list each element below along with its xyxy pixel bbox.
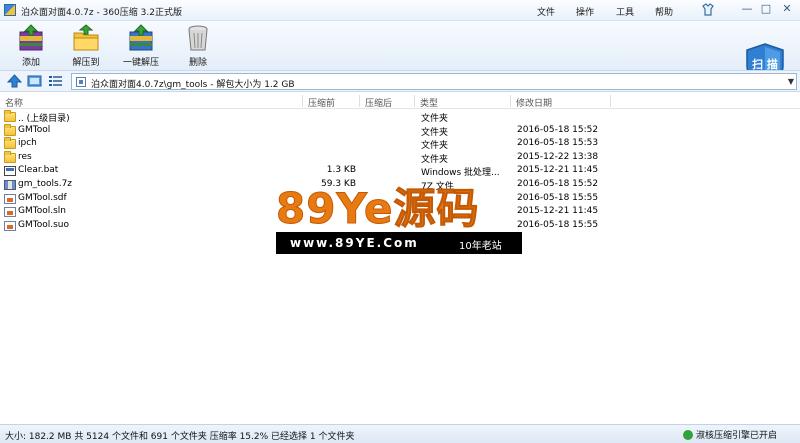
file-type: 文件夹 bbox=[421, 154, 449, 165]
file-name: GMTool.sln bbox=[18, 206, 66, 217]
file-date: 2015-12-22 13:38 bbox=[517, 151, 599, 162]
file-type: 文件夹 bbox=[421, 127, 449, 138]
file-name: GMTool bbox=[18, 124, 51, 135]
maximize-button[interactable]: □ bbox=[757, 2, 775, 17]
one-click-extract-icon bbox=[129, 24, 153, 51]
file-date: 2015-12-21 11:45 bbox=[517, 206, 599, 217]
archive-file-icon bbox=[4, 179, 16, 190]
extract-to-button[interactable]: 解压到 bbox=[61, 23, 111, 68]
solution-file-icon bbox=[4, 207, 16, 218]
watermark-logo-text: 89Ye源码 bbox=[276, 184, 480, 233]
skin-icon[interactable] bbox=[700, 2, 716, 18]
file-name: gm_tools.7z bbox=[18, 178, 73, 189]
add-button[interactable]: 添加 bbox=[6, 23, 56, 68]
folder-icon bbox=[4, 110, 16, 122]
file-row-res[interactable]: res 文件夹 2015-12-22 13:38 bbox=[0, 150, 800, 165]
address-toolbar: 泊众面对面4.0.7z\gm_tools - 解包大小为 1.2 GB ▼ bbox=[0, 70, 800, 92]
file-name: Clear.bat bbox=[18, 165, 59, 176]
title-bar: 泊众面对面4.0.7z - 360压缩 3.2正式版 文件 操作 工具 帮助 —… bbox=[0, 0, 800, 21]
file-name: ipch bbox=[18, 138, 37, 149]
column-size[interactable]: 压缩后 bbox=[365, 96, 392, 109]
suo-file-icon bbox=[4, 220, 16, 231]
extract-folder-icon bbox=[73, 24, 99, 51]
file-packed-size: 1.3 KB bbox=[326, 165, 356, 176]
column-divider[interactable] bbox=[359, 95, 360, 107]
file-row-clear-bat[interactable]: Clear.bat 1.3 KB Windows 批处理... 2015-12-… bbox=[0, 164, 800, 178]
folder-icon bbox=[4, 150, 16, 163]
one-click-extract-button[interactable]: 一键解压 bbox=[116, 23, 166, 68]
app-icon bbox=[4, 4, 16, 16]
sdf-file-icon bbox=[4, 193, 16, 204]
column-divider[interactable] bbox=[302, 95, 303, 107]
file-row-parent[interactable]: .. (上级目录) 文件夹 bbox=[0, 110, 800, 124]
file-type: 文件夹 bbox=[421, 141, 449, 152]
menu-file[interactable]: 文件 bbox=[537, 5, 555, 18]
up-arrow-icon[interactable] bbox=[7, 74, 22, 88]
file-name: GMTool.suo bbox=[18, 219, 69, 230]
file-name: res bbox=[18, 151, 32, 162]
file-row-gmtool[interactable]: GMTool 文件夹 2016-05-18 15:52 bbox=[0, 123, 800, 138]
file-date: 2016-05-18 15:55 bbox=[517, 219, 599, 230]
file-date: 2016-05-18 15:55 bbox=[517, 192, 599, 203]
engine-status-label: 淑核压缩引擎已开启 bbox=[696, 431, 778, 441]
column-type[interactable]: 类型 bbox=[420, 96, 438, 109]
one-click-extract-label: 一键解压 bbox=[122, 58, 159, 68]
delete-label: 删除 bbox=[188, 58, 207, 68]
folder-icon bbox=[4, 123, 16, 136]
engine-status[interactable]: 淑核压缩引擎已开启 bbox=[683, 428, 777, 441]
trash-icon bbox=[188, 25, 208, 51]
file-list-header: 名称 压缩前 压缩后 类型 修改日期 bbox=[0, 93, 800, 109]
add-archive-icon bbox=[19, 24, 43, 51]
status-bar: 大小: 182.2 MB 共 5124 个文件和 691 个文件夹 压缩率 15… bbox=[0, 424, 800, 443]
file-row-ipch[interactable]: ipch 文件夹 2016-05-18 15:53 bbox=[0, 137, 800, 151]
toolbar: 添加 解压到 一键解压 删除 扫 描 bbox=[0, 21, 800, 89]
file-date: 2015-12-21 11:45 bbox=[517, 165, 599, 176]
address-path: 泊众面对面4.0.7z\gm_tools - 解包大小为 1.2 GB bbox=[91, 80, 295, 90]
file-name: .. (上级目录) bbox=[18, 114, 70, 124]
column-divider[interactable] bbox=[414, 95, 415, 107]
column-modified[interactable]: 修改日期 bbox=[516, 96, 552, 109]
thumbnail-view-icon[interactable] bbox=[27, 74, 42, 88]
file-type: 文件夹 bbox=[421, 114, 449, 124]
file-date: 2016-05-18 15:52 bbox=[517, 178, 599, 189]
column-name[interactable]: 名称 bbox=[5, 96, 23, 109]
list-view-icon[interactable] bbox=[48, 74, 63, 88]
folder-icon bbox=[4, 137, 16, 150]
address-dropdown-icon[interactable]: ▼ bbox=[788, 77, 794, 86]
menu-help[interactable]: 帮助 bbox=[655, 5, 673, 18]
file-name: GMTool.sdf bbox=[18, 192, 67, 203]
engine-status-icon bbox=[683, 430, 693, 440]
watermark-banner: www.89YE.Com 10年老站 bbox=[276, 232, 522, 254]
column-packed[interactable]: 压缩前 bbox=[308, 96, 335, 109]
extract-to-label: 解压到 bbox=[72, 58, 100, 68]
watermark: 89Ye源码 www.89YE.Com 10年老站 bbox=[276, 184, 522, 256]
minimize-button[interactable]: — bbox=[738, 2, 756, 17]
column-divider[interactable] bbox=[610, 95, 611, 107]
file-date: 2016-05-18 15:52 bbox=[517, 124, 599, 135]
column-divider[interactable] bbox=[510, 95, 511, 107]
file-date: 2016-05-18 15:53 bbox=[517, 138, 599, 149]
watermark-tagline: 10年老站 bbox=[459, 241, 502, 252]
batch-file-icon bbox=[4, 166, 16, 177]
status-summary: 大小: 182.2 MB 共 5124 个文件和 691 个文件夹 压缩率 15… bbox=[5, 432, 355, 442]
menu-operations[interactable]: 操作 bbox=[576, 5, 594, 18]
menu-tools[interactable]: 工具 bbox=[616, 5, 634, 18]
delete-button[interactable]: 删除 bbox=[173, 23, 223, 68]
file-type: Windows 批处理... bbox=[421, 168, 500, 179]
add-label: 添加 bbox=[21, 58, 40, 68]
window-title: 泊众面对面4.0.7z - 360压缩 3.2正式版 bbox=[21, 8, 182, 18]
close-button[interactable]: ✕ bbox=[777, 2, 797, 17]
watermark-url: www.89YE.Com bbox=[290, 236, 419, 250]
archive-path-icon bbox=[76, 77, 86, 87]
address-field[interactable]: 泊众面对面4.0.7z\gm_tools - 解包大小为 1.2 GB ▼ bbox=[71, 73, 797, 90]
